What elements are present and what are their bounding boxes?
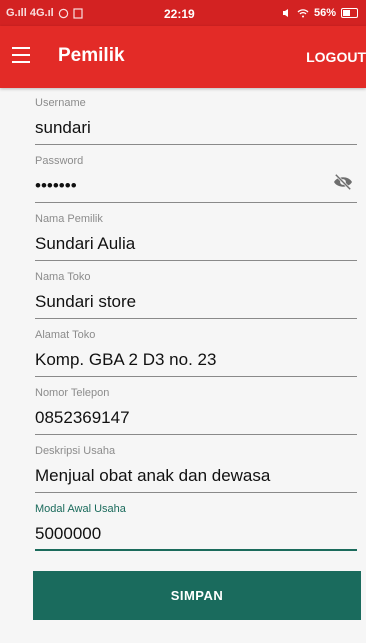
store-address-label: Alamat Toko: [35, 329, 96, 341]
page-title: Pemilik: [58, 45, 125, 66]
store-address-input[interactable]: [35, 342, 357, 377]
phone-label: Nomor Telepon: [35, 387, 110, 399]
status-time: 22:19: [164, 7, 195, 21]
mute-icon: [282, 9, 288, 17]
phone-field: Nomor Telepon: [35, 386, 357, 435]
battery-percent: 56%: [313, 7, 336, 19]
password-input[interactable]: [35, 168, 357, 203]
username-field: Username: [35, 96, 357, 145]
notification-icon: [73, 7, 83, 19]
business-desc-input[interactable]: [35, 458, 357, 493]
save-button[interactable]: SIMPAN: [33, 571, 361, 620]
store-address-field: Alamat Toko: [35, 328, 357, 377]
hamburger-menu-icon[interactable]: [12, 47, 30, 63]
app-bar: Pemilik LOGOUT: [0, 26, 366, 88]
username-input[interactable]: [35, 110, 357, 145]
business-desc-field: Deskripsi Usaha: [35, 444, 357, 493]
store-name-input[interactable]: [35, 284, 357, 319]
signal-text: G.ıll 4G.ıl: [6, 7, 54, 19]
owner-name-input[interactable]: [35, 226, 357, 261]
phone-input[interactable]: [35, 400, 357, 435]
status-bar: G.ıll 4G.ıl 22:19 56%: [0, 0, 366, 26]
initial-capital-field: Modal Awal Usaha: [35, 502, 357, 551]
whatsapp-icon: [58, 8, 68, 18]
password-field: Password: [35, 154, 357, 203]
owner-form: Username Password Nama Pemilik Nama Toko…: [35, 96, 357, 551]
initial-capital-input[interactable]: [35, 516, 357, 551]
owner-name-field: Nama Pemilik: [35, 212, 357, 261]
business-desc-label: Deskripsi Usaha: [35, 445, 116, 457]
eye-off-icon[interactable]: [332, 173, 354, 191]
logout-button[interactable]: LOGOUT: [306, 49, 366, 65]
username-label: Username: [35, 97, 86, 109]
battery-icon: [341, 8, 358, 18]
password-label: Password: [35, 155, 84, 167]
store-name-label: Nama Toko: [35, 271, 91, 283]
wifi-icon: [297, 9, 309, 18]
initial-capital-label: Modal Awal Usaha: [35, 503, 126, 515]
status-icons-right: 56%: [282, 7, 358, 19]
status-icons-left: G.ıll 4G.ıl: [6, 7, 83, 19]
store-name-field: Nama Toko: [35, 270, 357, 319]
owner-name-label: Nama Pemilik: [35, 213, 103, 225]
